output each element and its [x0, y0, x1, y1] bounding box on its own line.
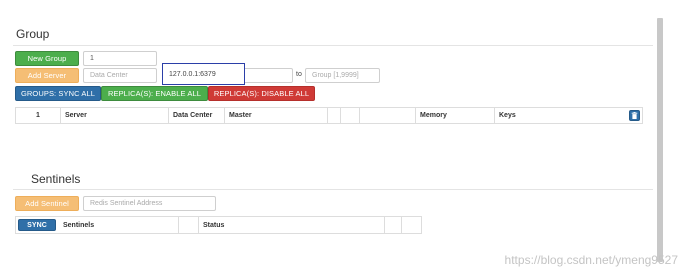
sentinels-divider — [13, 189, 653, 190]
add-sentinel-button[interactable]: Add Sentinel — [15, 196, 79, 211]
sentinel-sync-cell: SYNC — [16, 217, 59, 233]
data-center-input[interactable]: Data Center — [83, 68, 157, 83]
add-server-button[interactable]: Add Server — [15, 68, 79, 83]
col-group-id: 1 — [16, 108, 61, 123]
col-sentinel-blank-2 — [385, 217, 402, 233]
col-memory: Memory — [416, 108, 495, 123]
server-address-input[interactable]: 127.0.0.1:6379 — [162, 63, 245, 85]
col-blank-3 — [360, 108, 416, 123]
col-sentinel-blank-3 — [402, 217, 422, 233]
replicas-enable-all-button[interactable]: REPLICA(S): ENABLE ALL — [101, 86, 208, 101]
vertical-scrollbar[interactable] — [657, 18, 663, 262]
replicas-disable-all-button[interactable]: REPLICA(S): DISABLE ALL — [208, 86, 315, 101]
sentinels-table-header: SYNC Sentinels Status — [15, 216, 422, 234]
col-sentinel-blank-1 — [179, 217, 199, 233]
sentinel-sync-button[interactable]: SYNC — [18, 219, 56, 231]
col-blank-2 — [341, 108, 360, 123]
groups-sync-all-button[interactable]: GROUPS: SYNC ALL — [15, 86, 101, 101]
sentinel-address-input[interactable]: Redis Sentinel Address — [83, 196, 216, 211]
col-keys: Keys — [499, 112, 516, 119]
col-status: Status — [199, 217, 385, 233]
server-address-input-extension[interactable] — [245, 68, 293, 83]
group-id-input[interactable]: 1 — [83, 51, 157, 66]
watermark-text: https://blog.csdn.net/ymeng9527 — [504, 253, 678, 267]
col-master: Master — [225, 108, 328, 123]
group-section-title: Group — [16, 27, 50, 41]
sentinels-section-title: Sentinels — [31, 172, 81, 186]
col-sentinels: Sentinels — [59, 217, 179, 233]
trash-icon-glyph — [631, 112, 638, 119]
group-range-input[interactable]: Group [1,9999] — [305, 68, 380, 83]
col-server: Server — [61, 108, 169, 123]
new-group-button[interactable]: New Group — [15, 51, 79, 66]
col-blank-1 — [328, 108, 341, 123]
trash-icon[interactable] — [629, 110, 640, 121]
to-label: to — [296, 71, 302, 78]
group-table-header: 1 Server Data Center Master Memory Keys — [15, 107, 643, 124]
group-divider — [13, 45, 653, 46]
col-data-center: Data Center — [169, 108, 225, 123]
